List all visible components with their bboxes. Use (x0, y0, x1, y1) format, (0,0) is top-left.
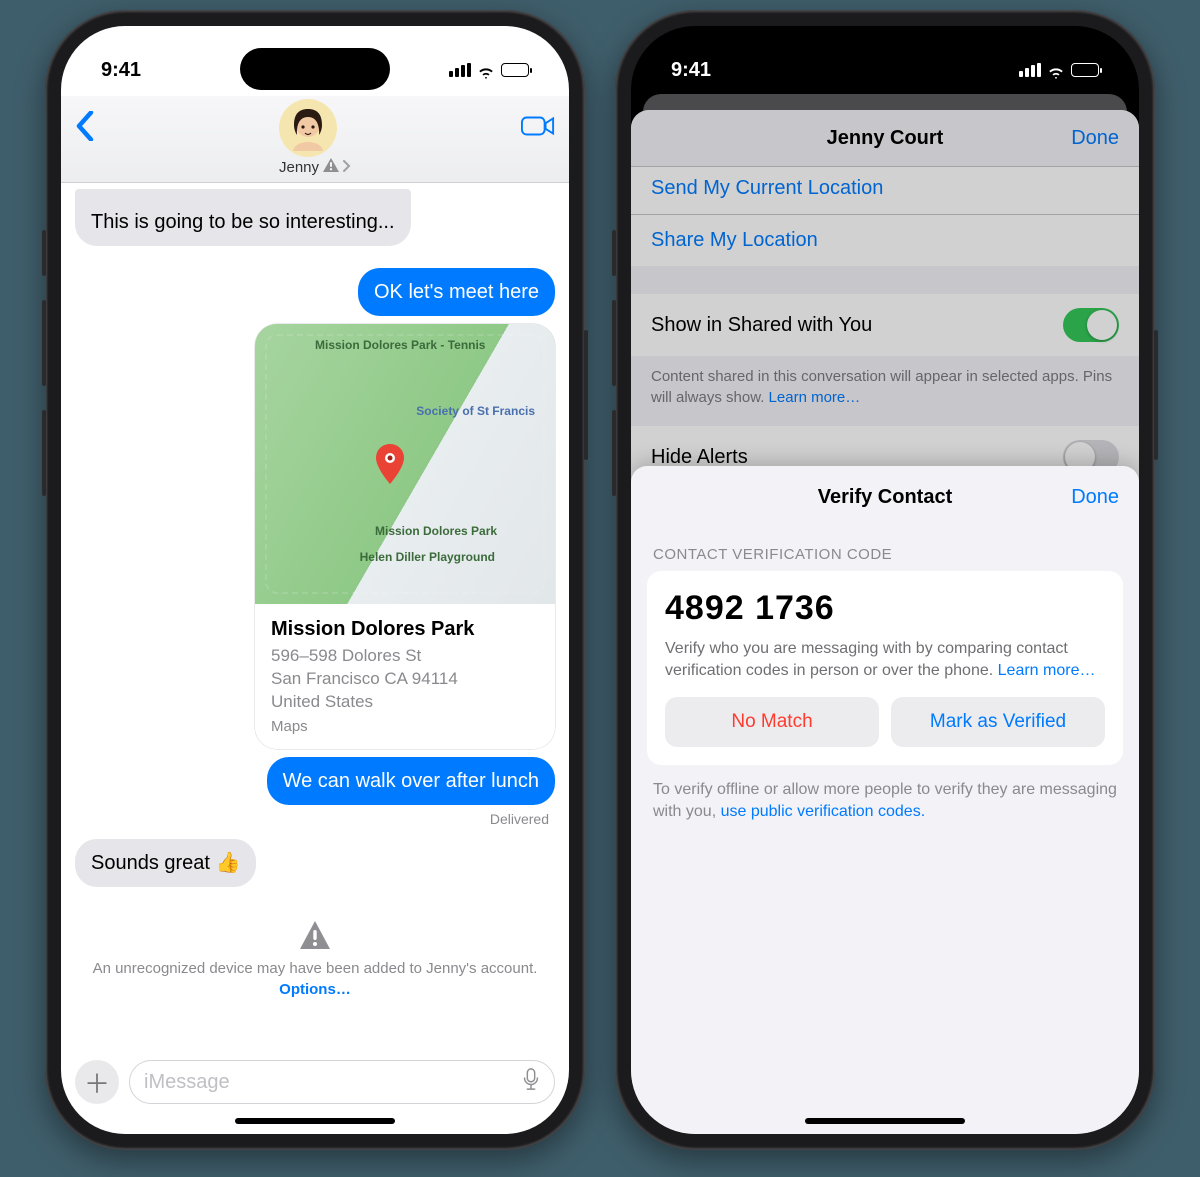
map-app-label: Maps (271, 718, 539, 735)
map-title: Mission Dolores Park (271, 618, 539, 641)
contact-details-screen: 9:41 Jenny Court Done Send My Current Lo… (631, 26, 1139, 1134)
verify-done-button[interactable]: Done (1071, 486, 1119, 509)
facetime-button[interactable] (521, 114, 555, 143)
signal-icon (449, 63, 471, 77)
security-alert: An unrecognized device may have been add… (85, 921, 545, 998)
row-shared-with-you[interactable]: Show in Shared with You (631, 294, 1139, 356)
conversation-body[interactable]: This is going to be so interesting... OK… (61, 183, 569, 1048)
verify-title: Verify Contact (818, 486, 952, 509)
message-bubble-outgoing[interactable]: OK let's meet here (358, 268, 555, 316)
verification-description: Verify who you are messaging with by com… (665, 638, 1105, 683)
verify-footer: To verify offline or allow more people t… (631, 765, 1139, 824)
dynamic-island (810, 48, 960, 90)
section-header: CONTACT VERIFICATION CODE (631, 528, 1139, 571)
map-preview: Mission Dolores Park - Tennis Society of… (255, 324, 555, 604)
back-button[interactable] (75, 111, 95, 146)
battery-icon (501, 63, 529, 77)
row-share-location[interactable]: Share My Location (631, 215, 1139, 266)
verify-contact-sheet: Verify Contact Done CONTACT VERIFICATION… (631, 466, 1139, 1134)
shared-footer: Content shared in this conversation will… (631, 356, 1139, 426)
mark-verified-button[interactable]: Mark as Verified (891, 697, 1105, 747)
location-attachment[interactable]: Mission Dolores Park - Tennis Society of… (255, 324, 555, 749)
wifi-icon (1047, 63, 1065, 77)
map-pin-icon (375, 444, 405, 489)
message-input[interactable]: iMessage (129, 1060, 555, 1104)
wifi-icon (477, 63, 495, 77)
battery-icon (1071, 63, 1099, 77)
map-address-line: United States (271, 691, 539, 714)
chevron-right-icon (343, 159, 351, 176)
sheet-title: Jenny Court (827, 127, 944, 150)
no-match-button[interactable]: No Match (665, 697, 879, 747)
phone-right: 9:41 Jenny Court Done Send My Current Lo… (615, 10, 1155, 1150)
dynamic-island (240, 48, 390, 90)
attach-button[interactable]: ＋ (75, 1060, 119, 1104)
toggle-shared-with-you[interactable] (1063, 308, 1119, 342)
public-codes-link[interactable]: use public verification codes. (721, 803, 926, 820)
alert-text: An unrecognized device may have been add… (93, 960, 538, 977)
message-placeholder: iMessage (144, 1071, 230, 1094)
verification-code: 4892 1736 (665, 589, 1105, 628)
signal-icon (1019, 63, 1041, 77)
map-label: Helen Diller Playground (360, 550, 495, 564)
warning-triangle-icon (300, 921, 330, 954)
status-time: 9:41 (101, 59, 141, 82)
verify-header: Verify Contact Done (631, 466, 1139, 528)
map-label: Mission Dolores Park - Tennis (315, 338, 485, 352)
map-details: Mission Dolores Park 596–598 Dolores St … (255, 604, 555, 749)
map-address-line: San Francisco CA 94114 (271, 668, 539, 691)
contact-name-row[interactable]: Jenny (279, 158, 351, 176)
alert-options-link[interactable]: Options… (279, 981, 351, 998)
status-time: 9:41 (671, 59, 711, 82)
sheet-header: Jenny Court Done (631, 110, 1139, 166)
message-bubble-outgoing[interactable]: We can walk over after lunch (267, 757, 555, 805)
phone-left: 9:41 Jenny (45, 10, 585, 1150)
row-label: Show in Shared with You (651, 314, 872, 337)
message-bubble-incoming[interactable]: Sounds great 👍 (75, 839, 256, 887)
verification-card: 4892 1736 Verify who you are messaging w… (647, 571, 1123, 765)
conversation-header: Jenny (61, 96, 569, 183)
learn-more-link[interactable]: Learn more… (998, 662, 1096, 679)
map-address-line: 596–598 Dolores St (271, 645, 539, 668)
map-label: Society of St Francis (416, 404, 535, 418)
dictation-button[interactable] (522, 1068, 540, 1096)
map-label: Mission Dolores Park (375, 524, 497, 538)
home-indicator[interactable] (805, 1118, 965, 1124)
learn-more-link[interactable]: Learn more… (769, 389, 861, 406)
verification-warning-icon (323, 158, 339, 176)
message-bubble-incoming[interactable]: This is going to be so interesting... (75, 189, 411, 246)
contact-name: Jenny (279, 159, 319, 176)
row-send-location[interactable]: Send My Current Location (631, 167, 1139, 215)
home-indicator[interactable] (235, 1118, 395, 1124)
contact-avatar[interactable] (279, 99, 337, 157)
delivered-label: Delivered (490, 811, 549, 827)
done-button[interactable]: Done (1071, 127, 1119, 150)
messages-screen: 9:41 Jenny (61, 26, 569, 1134)
